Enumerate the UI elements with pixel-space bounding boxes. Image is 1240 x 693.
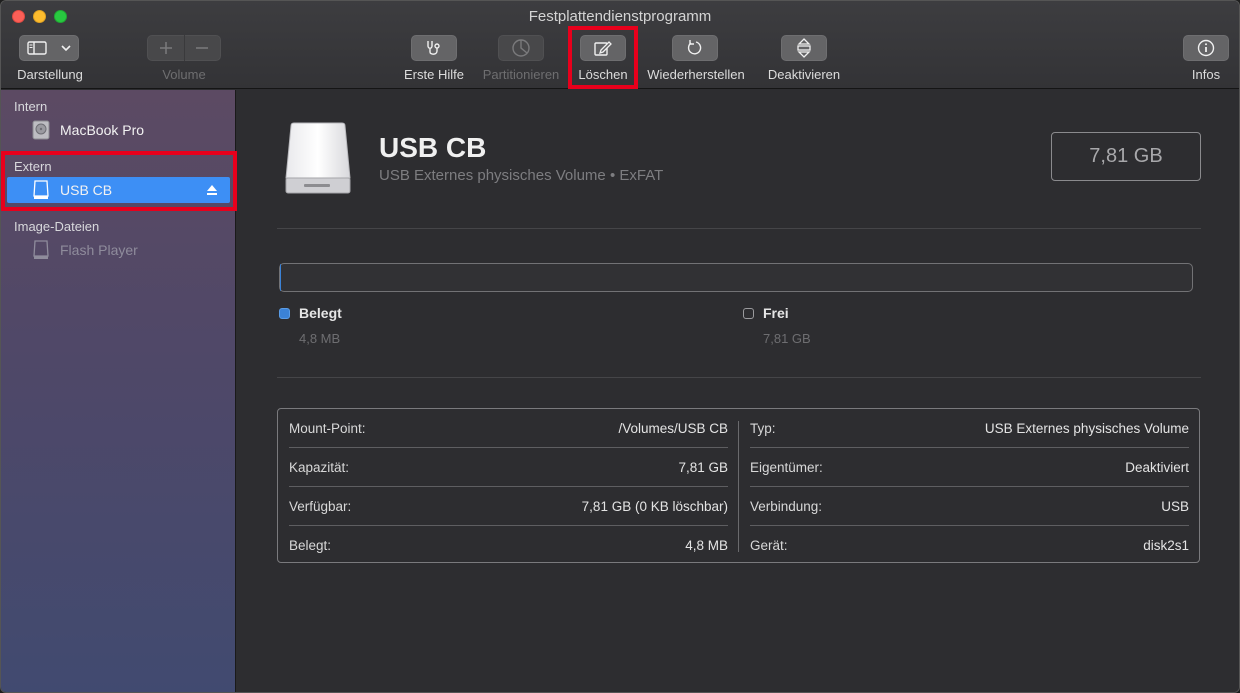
- section-image-dateien: Image-Dateien: [14, 219, 100, 234]
- info-button[interactable]: [1183, 35, 1229, 61]
- info-value: 4,8 MB: [685, 538, 728, 553]
- restore-label: Wiederherstellen: [647, 67, 745, 82]
- first-aid-label: Erste Hilfe: [404, 67, 464, 82]
- info-key: Kapazität:: [289, 460, 350, 475]
- used-legend-label: Belegt: [299, 305, 342, 321]
- info-row-owners: Eigentümer: Deaktiviert: [739, 448, 1200, 487]
- info-row-device: Gerät: disk2s1: [739, 526, 1200, 565]
- used-swatch: [279, 307, 290, 319]
- info-key: Gerät:: [750, 538, 788, 553]
- partition-button[interactable]: [498, 35, 544, 61]
- view-button[interactable]: [19, 35, 79, 61]
- internal-disk-icon: [31, 120, 51, 140]
- capacity-badge: 7,81 GB: [1051, 132, 1201, 181]
- window-title: Festplattendienstprogramm: [528, 8, 712, 25]
- section-intern: Intern: [14, 99, 48, 114]
- info-row-type: Typ: USB Externes physisches Volume: [739, 409, 1200, 448]
- free-legend: Frei: [743, 305, 789, 321]
- info-key: Belegt:: [289, 538, 332, 553]
- pie-chart-icon: [511, 38, 531, 58]
- info-value: USB: [1161, 499, 1189, 514]
- plus-icon[interactable]: [148, 41, 184, 55]
- volume-label: Volume: [162, 67, 206, 82]
- info-key: Verfügbar:: [289, 499, 352, 514]
- info-column-right: Typ: USB Externes physisches Volume Eige…: [739, 409, 1200, 564]
- info-value: USB Externes physisches Volume: [984, 421, 1189, 436]
- chevron-down-icon: [61, 44, 71, 52]
- extern-highlight-box: [1, 151, 237, 211]
- first-aid-button[interactable]: [411, 35, 457, 61]
- free-legend-value: 7,81 GB: [763, 331, 811, 346]
- volume-buttons[interactable]: [147, 35, 221, 61]
- info-value: /Volumes/USB CB: [618, 421, 728, 436]
- sidebar-icon: [27, 41, 47, 55]
- erase-highlight-box: [568, 26, 638, 89]
- usb-drive-icon: [284, 122, 352, 201]
- restore-button[interactable]: [672, 35, 718, 61]
- unmount-icon: [796, 38, 812, 58]
- divider: [277, 228, 1201, 229]
- volume-subtitle: USB Externes physisches Volume • ExFAT: [379, 167, 664, 184]
- info-icon: [1197, 39, 1215, 57]
- sidebar-item-label: MacBook Pro: [60, 122, 145, 138]
- info-value: 7,81 GB (0 KB löschbar): [581, 499, 728, 514]
- used-legend: Belegt: [279, 305, 342, 321]
- usage-bar: [279, 263, 1193, 292]
- free-legend-label: Frei: [763, 305, 789, 321]
- restore-arrow-icon: [686, 39, 704, 57]
- divider: [277, 377, 1201, 378]
- used-legend-value: 4,8 MB: [299, 331, 341, 346]
- info-row-available: Verfügbar: 7,81 GB (0 KB löschbar): [278, 487, 739, 526]
- sidebar-item-label: Flash Player: [60, 242, 138, 258]
- free-swatch: [743, 307, 754, 319]
- info-label: Infos: [1191, 67, 1221, 82]
- used-fill: [280, 264, 281, 291]
- info-value: 7,81 GB: [678, 460, 728, 475]
- info-key: Mount-Point:: [289, 421, 366, 436]
- info-row-connection: Verbindung: USB: [739, 487, 1200, 526]
- unmount-button[interactable]: [781, 35, 827, 61]
- volume-name: USB CB: [379, 132, 487, 163]
- info-value: disk2s1: [1143, 538, 1189, 553]
- info-column-left: Mount-Point: /Volumes/USB CB Kapazität: …: [278, 409, 739, 564]
- unmount-label: Deaktivieren: [767, 67, 841, 82]
- info-value: Deaktiviert: [1125, 460, 1189, 475]
- info-row-used: Belegt: 4,8 MB: [278, 526, 739, 565]
- disk-utility-window: Festplattendienstprogramm Darstellung Vo…: [0, 0, 1240, 693]
- minus-icon[interactable]: [184, 41, 220, 55]
- stethoscope-icon: [424, 39, 444, 57]
- info-row-capacity: Kapazität: 7,81 GB: [278, 448, 739, 487]
- main-panel: USB CB USB Externes physisches Volume • …: [237, 90, 1239, 692]
- info-key: Verbindung:: [750, 499, 823, 514]
- sidebar-item-flash-player[interactable]: Flash Player: [7, 237, 230, 263]
- partition-label: Partitionieren: [482, 67, 560, 82]
- view-label: Darstellung: [17, 67, 83, 82]
- sidebar-item-macbook-pro[interactable]: MacBook Pro: [7, 117, 230, 143]
- sidebar: Intern MacBook Pro Extern USB CB Image-D…: [1, 90, 237, 692]
- toolbar: Festplattendienstprogramm Darstellung Vo…: [1, 1, 1239, 89]
- disk-image-icon: [31, 240, 51, 260]
- info-key: Eigentümer:: [750, 460, 823, 475]
- info-row-mount-point: Mount-Point: /Volumes/USB CB: [278, 409, 739, 448]
- info-table: Mount-Point: /Volumes/USB CB Kapazität: …: [277, 408, 1200, 563]
- info-key: Typ:: [750, 421, 776, 436]
